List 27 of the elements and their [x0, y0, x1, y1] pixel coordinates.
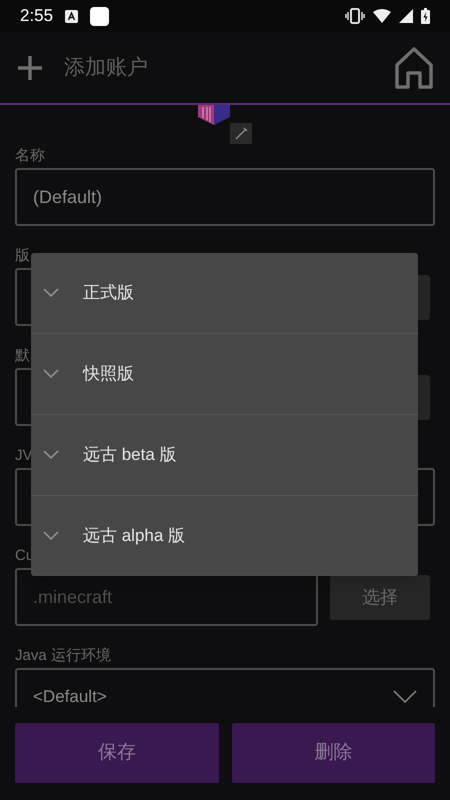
status-time: 2:55 [20, 5, 54, 28]
signal-icon [399, 9, 413, 23]
menu-item[interactable]: 正式版 [31, 253, 418, 334]
select-button[interactable]: 选择 [330, 574, 430, 620]
input-field[interactable]: (Default) [15, 168, 435, 226]
chevron-down-icon [393, 690, 417, 704]
action-button[interactable]: 删除 [232, 723, 435, 783]
app-square-icon [90, 6, 110, 26]
field-label: 名称 [15, 146, 45, 166]
vibrate-icon [345, 8, 365, 24]
field-label: 版 [15, 246, 30, 266]
field-label: Java 运行环境 [15, 646, 111, 666]
home-icon[interactable] [394, 46, 434, 88]
action-button[interactable]: 保存 [15, 723, 218, 783]
app-bar-title: 添加账户 [64, 54, 149, 81]
chevron-down-icon [43, 450, 59, 460]
field-label: 默 [15, 346, 30, 366]
menu-item[interactable]: 远古 beta 版 [31, 415, 418, 496]
battery-icon [421, 8, 430, 24]
menu-item[interactable]: 快照版 [31, 334, 418, 415]
chevron-down-icon [43, 531, 59, 541]
avatar-cube-icon [198, 105, 230, 125]
wifi-icon [373, 9, 391, 23]
chevron-down-icon [43, 369, 59, 379]
add-icon[interactable] [16, 54, 44, 82]
edit-icon[interactable] [230, 123, 252, 144]
chevron-down-icon [43, 288, 59, 298]
